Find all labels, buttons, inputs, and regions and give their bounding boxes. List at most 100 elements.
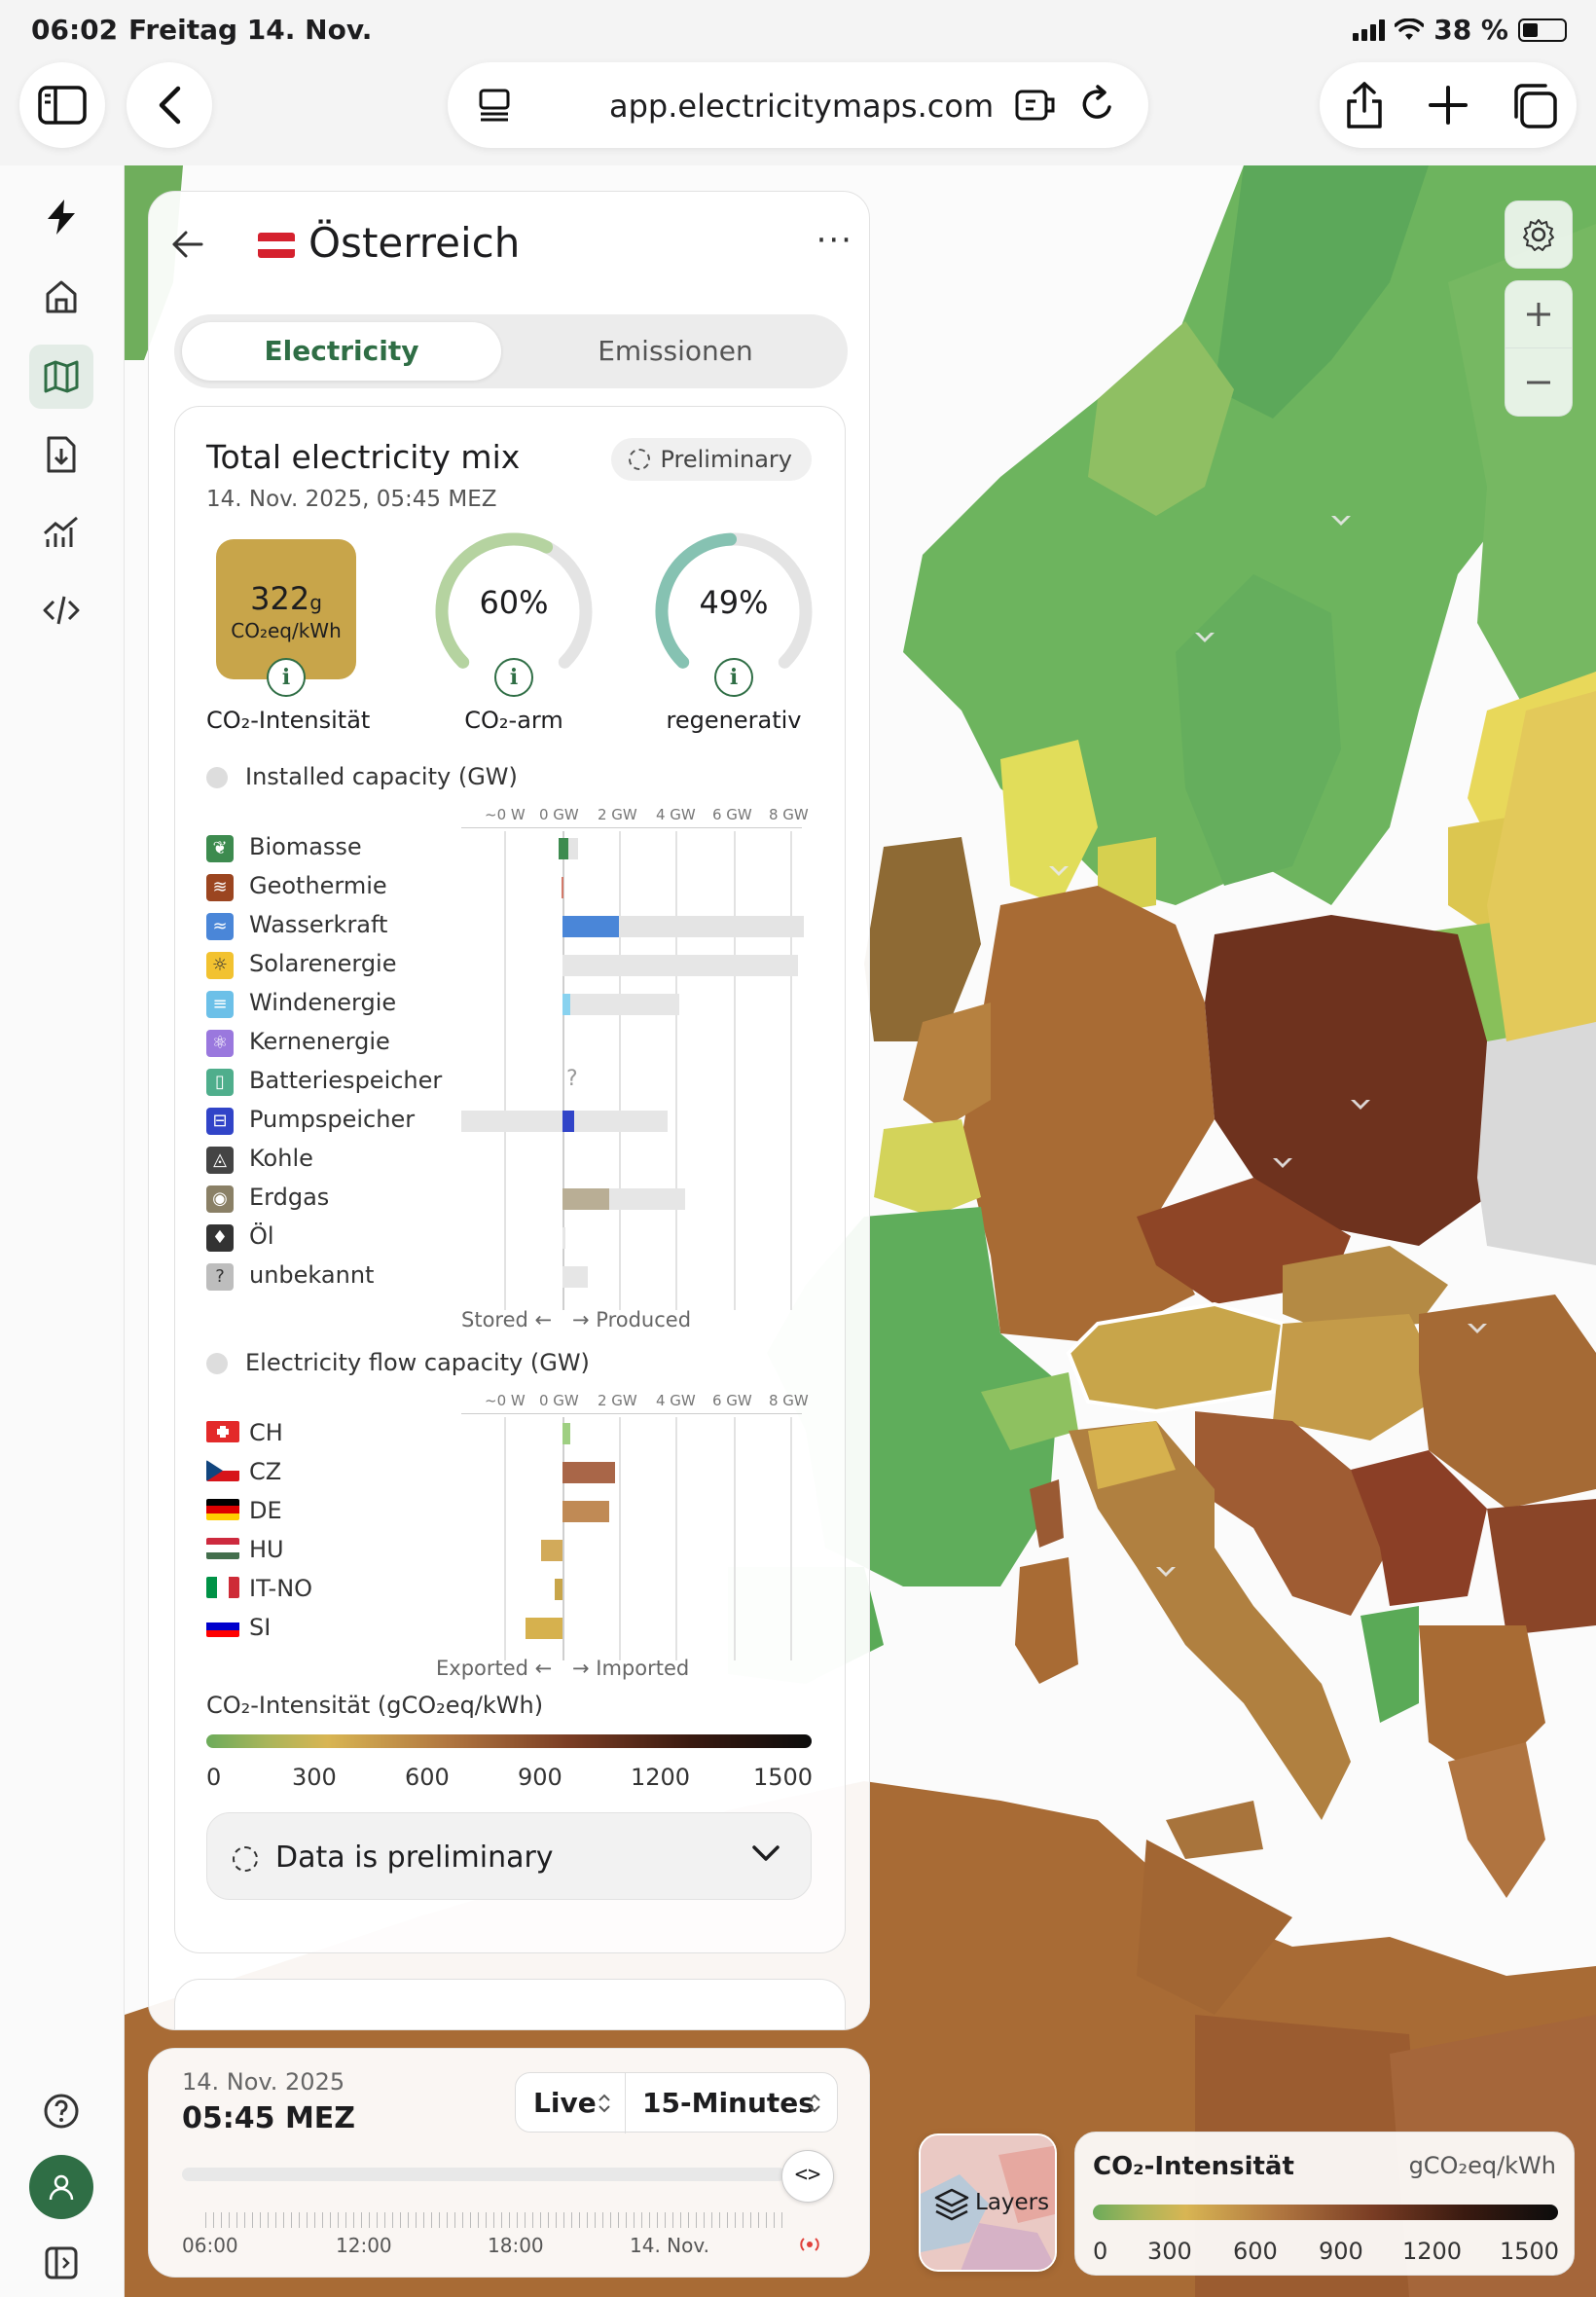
battery-icon — [1518, 18, 1567, 42]
nav-api[interactable] — [29, 578, 93, 642]
updown-chevron-icon — [598, 2094, 610, 2113]
wifi-icon — [1395, 18, 1425, 40]
layers-label: Layers — [975, 2190, 1050, 2215]
capacity-grid-line — [790, 831, 792, 1310]
chart-icon — [43, 516, 78, 547]
capacity-bar-unknown — [562, 1266, 588, 1288]
nav-map[interactable] — [29, 345, 93, 409]
wind-icon: ≡ — [206, 991, 234, 1018]
intensity-tick: 0 — [206, 1764, 222, 1791]
capacity-scale-4: 6 GW — [712, 806, 752, 823]
timeline-time: 05:45 MEZ — [182, 2101, 356, 2135]
chevron-down-icon — [752, 1845, 780, 1861]
nav-account[interactable] — [29, 2155, 93, 2219]
timeline-track[interactable] — [182, 2168, 785, 2181]
capacity-grid-line — [619, 831, 621, 1310]
nav-download[interactable] — [29, 422, 93, 487]
intensity-tick: 600 — [405, 1764, 450, 1791]
zoom-out-button[interactable] — [1505, 348, 1573, 417]
map-controls — [1505, 201, 1573, 417]
more-options-button[interactable]: ··· — [816, 221, 853, 260]
battery-percent: 38 % — [1433, 14, 1508, 46]
lowcarbon-info-icon[interactable]: i — [494, 658, 533, 697]
app-logo[interactable] — [29, 185, 93, 249]
capacity-bar-oil — [562, 1227, 565, 1249]
lowcarbon-label: CO₂-arm — [464, 707, 563, 734]
capacity-row-label: Windenergie — [249, 989, 397, 1016]
tabs-overview-icon[interactable] — [1510, 82, 1559, 130]
flow-grid-line — [790, 1417, 792, 1660]
flow-bar-cz — [562, 1462, 615, 1483]
new-tab-icon[interactable] — [1427, 84, 1469, 127]
tab-emissions[interactable]: Emissionen — [515, 322, 836, 381]
toolbar-actions — [1320, 62, 1577, 148]
nav-collapse[interactable] — [29, 2231, 93, 2295]
resolution-select[interactable]: 15-Minutes — [642, 2087, 815, 2119]
sidebar-toggle-button[interactable] — [19, 62, 105, 148]
preliminary-badge[interactable]: Preliminary — [611, 438, 812, 481]
reader-icon — [479, 89, 510, 122]
time-mode-selector: Live 15-Minutes — [515, 2072, 838, 2133]
share-icon[interactable] — [1343, 80, 1386, 130]
flow-grid-line — [562, 1417, 564, 1660]
legend-title: CO₂-Intensität — [1093, 2152, 1294, 2181]
tab-electricity[interactable]: Electricity — [182, 322, 501, 381]
capacity-bar-gas — [562, 1188, 609, 1210]
flow-scale-2: 2 GW — [598, 1392, 637, 1409]
flow-bar-de — [562, 1501, 609, 1522]
back-button[interactable] — [127, 62, 212, 148]
switzerland-flag-icon — [206, 1421, 239, 1442]
code-icon — [43, 596, 80, 625]
flow-grid-line — [675, 1417, 677, 1660]
renewable-percent: 49% — [699, 584, 769, 621]
arrow-left-icon[interactable] — [170, 229, 205, 260]
flow-row-label: HU — [249, 1536, 284, 1563]
flow-toggle-icon[interactable] — [206, 1353, 228, 1374]
flow-row-label: IT-NO — [249, 1575, 313, 1602]
panel-header: Österreich ··· — [149, 192, 869, 299]
mix-title: Total electricity mix — [206, 438, 521, 476]
slovenia-flag-icon — [206, 1616, 239, 1637]
capacity-scale-1: 0 GW — [539, 806, 579, 823]
exported-legend: Exported ← — [436, 1657, 553, 1680]
extension-icon[interactable] — [1014, 86, 1055, 125]
italy-flag-icon — [206, 1577, 239, 1598]
co2-info-icon[interactable]: i — [267, 658, 306, 697]
timeline-tick-label: 18:00 — [488, 2234, 544, 2257]
coal-icon: ◬ — [206, 1147, 234, 1174]
timeline-handle[interactable]: <> — [781, 2150, 834, 2203]
address-bar[interactable]: app.electricitymaps.com — [448, 62, 1148, 148]
timeline-tick-label: 14. Nov. — [630, 2234, 710, 2257]
capacity-scale-5: 8 GW — [769, 806, 809, 823]
user-icon — [49, 2174, 74, 2201]
timeline-ticks — [205, 2212, 789, 2228]
nav-home[interactable] — [29, 265, 93, 329]
renewable-info-icon[interactable]: i — [714, 658, 753, 697]
minus-icon — [1527, 381, 1550, 383]
live-broadcast-icon — [800, 2238, 819, 2251]
help-icon — [44, 2094, 79, 2129]
selector-divider — [625, 2073, 626, 2133]
nav-help[interactable] — [29, 2079, 93, 2143]
map-settings-button[interactable] — [1505, 201, 1573, 269]
oil-icon: ♦ — [206, 1224, 234, 1252]
flow-scale-4: 6 GW — [712, 1392, 752, 1409]
flow-grid-line — [619, 1417, 621, 1660]
layers-button[interactable]: Layers — [919, 2133, 1057, 2272]
legend-gradient — [1093, 2205, 1558, 2220]
dashed-circle-icon — [233, 1846, 258, 1872]
pump-storage-icon: ⊟ — [206, 1108, 234, 1135]
panel-tabs: Electricity Emissionen — [174, 314, 848, 388]
preliminary-note: Data is preliminary — [275, 1841, 554, 1875]
zoom-in-button[interactable] — [1505, 280, 1573, 348]
legend-tick: 300 — [1147, 2238, 1192, 2265]
reload-icon[interactable] — [1078, 84, 1117, 125]
capacity-row-label: Öl — [249, 1222, 274, 1250]
app-navigation — [0, 165, 125, 2297]
nav-analytics[interactable] — [29, 500, 93, 565]
capacity-toggle-icon[interactable] — [206, 767, 228, 788]
timeline-tick-label: 06:00 — [182, 2234, 238, 2257]
legend-unit: gCO₂eq/kWh — [1408, 2152, 1556, 2179]
mode-select[interactable]: Live — [533, 2087, 597, 2119]
preliminary-dropdown[interactable]: Data is preliminary — [206, 1812, 812, 1900]
